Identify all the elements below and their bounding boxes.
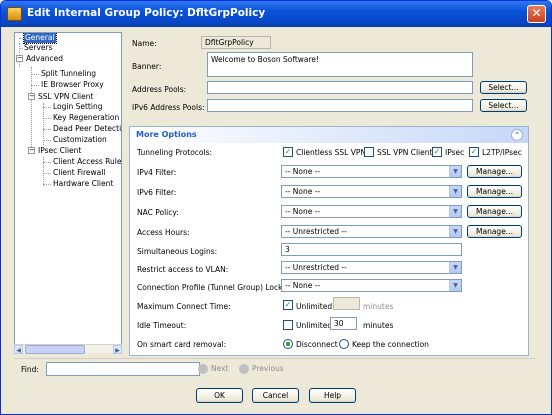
tree-item-ie-browser-proxy[interactable]: IE Browser Proxy xyxy=(41,80,104,90)
tree-horizontal-scrollbar[interactable]: ◀ ▶ xyxy=(14,344,122,354)
clientless-ssl-vpn-checkbox[interactable]: ✓ xyxy=(283,147,293,157)
keep-connection-label: Keep the connection xyxy=(352,340,429,349)
next-arrow-icon xyxy=(198,364,208,374)
tree-item-hardware-client[interactable]: Hardware Client xyxy=(53,179,113,189)
ipv6-filter-label: IPv6 Filter: xyxy=(137,188,177,197)
ipv6-filter-select[interactable]: -- None -- ▼ xyxy=(281,185,462,198)
ipv4-filter-manage-button[interactable]: Manage... xyxy=(467,165,522,178)
tree-item-dead-peer-detection[interactable]: Dead Peer Detection xyxy=(53,124,121,134)
scroll-right-icon[interactable]: ▶ xyxy=(113,345,122,354)
dropdown-arrow-icon[interactable]: ▼ xyxy=(449,262,461,273)
tree-item-ipsec-client[interactable]: IPsec Client xyxy=(38,146,81,156)
nac-policy-select[interactable]: -- None -- ▼ xyxy=(281,205,462,218)
access-hours-select[interactable]: -- Unrestricted -- ▼ xyxy=(281,225,462,238)
banner-label: Banner: xyxy=(132,62,162,71)
tree-item-customization[interactable]: Customization xyxy=(53,135,107,145)
ipv4-filter-label: IPv4 Filter: xyxy=(137,168,177,177)
find-previous-button[interactable]: Previous xyxy=(239,364,284,374)
tree-item-servers[interactable]: Servers xyxy=(24,43,53,53)
ipv6-pools-select-button[interactable]: Select... xyxy=(480,99,527,112)
address-pools-select-button[interactable]: Select... xyxy=(480,81,527,94)
nac-policy-manage-button[interactable]: Manage... xyxy=(467,205,522,218)
window-title: Edit Internal Group Policy: DfltGrpPolic… xyxy=(27,7,266,19)
dialog-window: Edit Internal Group Policy: DfltGrpPolic… xyxy=(0,0,552,415)
ssl-vpn-client-collapse-icon[interactable]: − xyxy=(28,93,35,100)
banner-textarea[interactable]: Welcome to Boson Software! xyxy=(207,52,473,77)
help-button[interactable]: Help xyxy=(309,388,356,403)
address-pools-input[interactable] xyxy=(207,81,473,94)
dropdown-arrow-icon[interactable]: ▼ xyxy=(449,280,461,291)
disconnect-radio[interactable] xyxy=(283,339,293,349)
name-label: Name: xyxy=(132,39,157,48)
more-options-header[interactable]: More Options ⌃ xyxy=(130,127,528,143)
idle-timeout-label: Idle Timeout: xyxy=(137,321,187,330)
disconnect-label: Disconnect xyxy=(296,340,338,349)
collapse-icon[interactable]: ⌃ xyxy=(511,129,523,141)
connection-profile-lock-label: Connection Profile (Tunnel Group) Lock: xyxy=(137,283,286,292)
idle-timeout-minutes-label: minutes xyxy=(363,321,394,330)
ssl-vpn-client-checkbox[interactable] xyxy=(364,147,374,157)
tree-item-split-tunneling[interactable]: Split Tunneling xyxy=(41,69,96,79)
scroll-thumb[interactable] xyxy=(25,345,85,354)
ipsec-label: IPsec xyxy=(445,148,465,157)
restrict-vlan-select[interactable]: -- Unrestricted -- ▼ xyxy=(281,261,462,274)
find-input[interactable] xyxy=(46,362,200,376)
name-field: DfltGrpPolicy xyxy=(201,36,271,49)
l2tp-ipsec-checkbox[interactable]: ✓ xyxy=(469,147,479,157)
find-bar: Find: Next Previous xyxy=(14,358,537,378)
ssl-vpn-client-label: SSL VPN Client xyxy=(377,148,433,157)
nac-policy-label: NAC Policy: xyxy=(137,208,179,217)
l2tp-ipsec-label: L2TP/IPsec xyxy=(482,148,522,157)
dropdown-arrow-icon[interactable]: ▼ xyxy=(449,226,461,237)
ipv6-filter-manage-button[interactable]: Manage... xyxy=(467,185,522,198)
navigation-tree: − − − General Servers Advanced Split Tun… xyxy=(14,32,122,353)
cancel-button[interactable]: Cancel xyxy=(252,388,299,403)
keep-connection-radio[interactable] xyxy=(339,339,349,349)
more-options-title: More Options xyxy=(136,130,197,139)
advanced-collapse-icon[interactable]: − xyxy=(16,55,23,62)
max-connect-unlimited-checkbox[interactable]: ✓ xyxy=(283,300,293,310)
tree-item-login-setting[interactable]: Login Setting xyxy=(53,102,102,112)
scroll-left-icon[interactable]: ◀ xyxy=(14,345,23,354)
access-hours-label: Access Hours: xyxy=(137,228,190,237)
previous-arrow-icon xyxy=(239,364,249,374)
simultaneous-logins-input[interactable]: 3 xyxy=(281,243,462,256)
title-bar[interactable]: Edit Internal Group Policy: DfltGrpPolic… xyxy=(1,1,551,27)
ipv4-filter-select[interactable]: -- None -- ▼ xyxy=(281,165,462,178)
app-icon xyxy=(7,7,22,21)
restrict-vlan-label: Restrict access to VLAN: xyxy=(137,265,229,274)
ipsec-checkbox[interactable]: ✓ xyxy=(432,147,442,157)
access-hours-manage-button[interactable]: Manage... xyxy=(467,225,522,238)
smart-card-removal-label: On smart card removal: xyxy=(137,340,227,349)
address-pools-label: Address Pools: xyxy=(132,85,187,94)
dropdown-arrow-icon[interactable]: ▼ xyxy=(449,186,461,197)
max-connect-unlimited-label: Unlimited xyxy=(296,302,333,311)
clientless-ssl-vpn-label: Clientless SSL VPN xyxy=(296,148,366,157)
connection-profile-lock-select[interactable]: -- None -- ▼ xyxy=(281,279,462,292)
ipv6-pools-input[interactable] xyxy=(207,99,473,112)
max-connect-minutes-input xyxy=(333,297,360,310)
ok-button[interactable]: OK xyxy=(196,388,243,403)
close-button[interactable]: ✕ xyxy=(527,5,546,23)
tree-item-key-regeneration[interactable]: Key Regeneration xyxy=(53,113,119,123)
ipv6-pools-label: IPv6 Address Pools: xyxy=(132,103,205,112)
tunneling-protocols-label: Tunneling Protocols: xyxy=(137,148,213,157)
ipsec-client-collapse-icon[interactable]: − xyxy=(28,147,35,154)
max-connect-time-label: Maximum Connect Time: xyxy=(137,302,231,311)
idle-timeout-minutes-input[interactable]: 30 xyxy=(330,317,357,330)
tree-item-client-firewall[interactable]: Client Firewall xyxy=(53,168,105,178)
tree-item-advanced[interactable]: Advanced xyxy=(26,54,63,64)
dropdown-arrow-icon[interactable]: ▼ xyxy=(449,206,461,217)
idle-timeout-unlimited-label: Unlimited xyxy=(296,321,333,330)
more-options-panel: More Options ⌃ Tunneling Protocols: ✓ Cl… xyxy=(129,126,529,356)
dropdown-arrow-icon[interactable]: ▼ xyxy=(449,166,461,177)
idle-timeout-unlimited-checkbox[interactable] xyxy=(283,320,293,330)
max-connect-minutes-label: minutes xyxy=(363,302,394,311)
find-label: Find: xyxy=(21,365,39,374)
find-next-button[interactable]: Next xyxy=(198,364,228,374)
tree-item-ssl-vpn-client[interactable]: SSL VPN Client xyxy=(38,92,93,102)
simultaneous-logins-label: Simultaneous Logins: xyxy=(137,247,218,256)
tree-item-client-access-rules[interactable]: Client Access Rules xyxy=(53,157,121,167)
